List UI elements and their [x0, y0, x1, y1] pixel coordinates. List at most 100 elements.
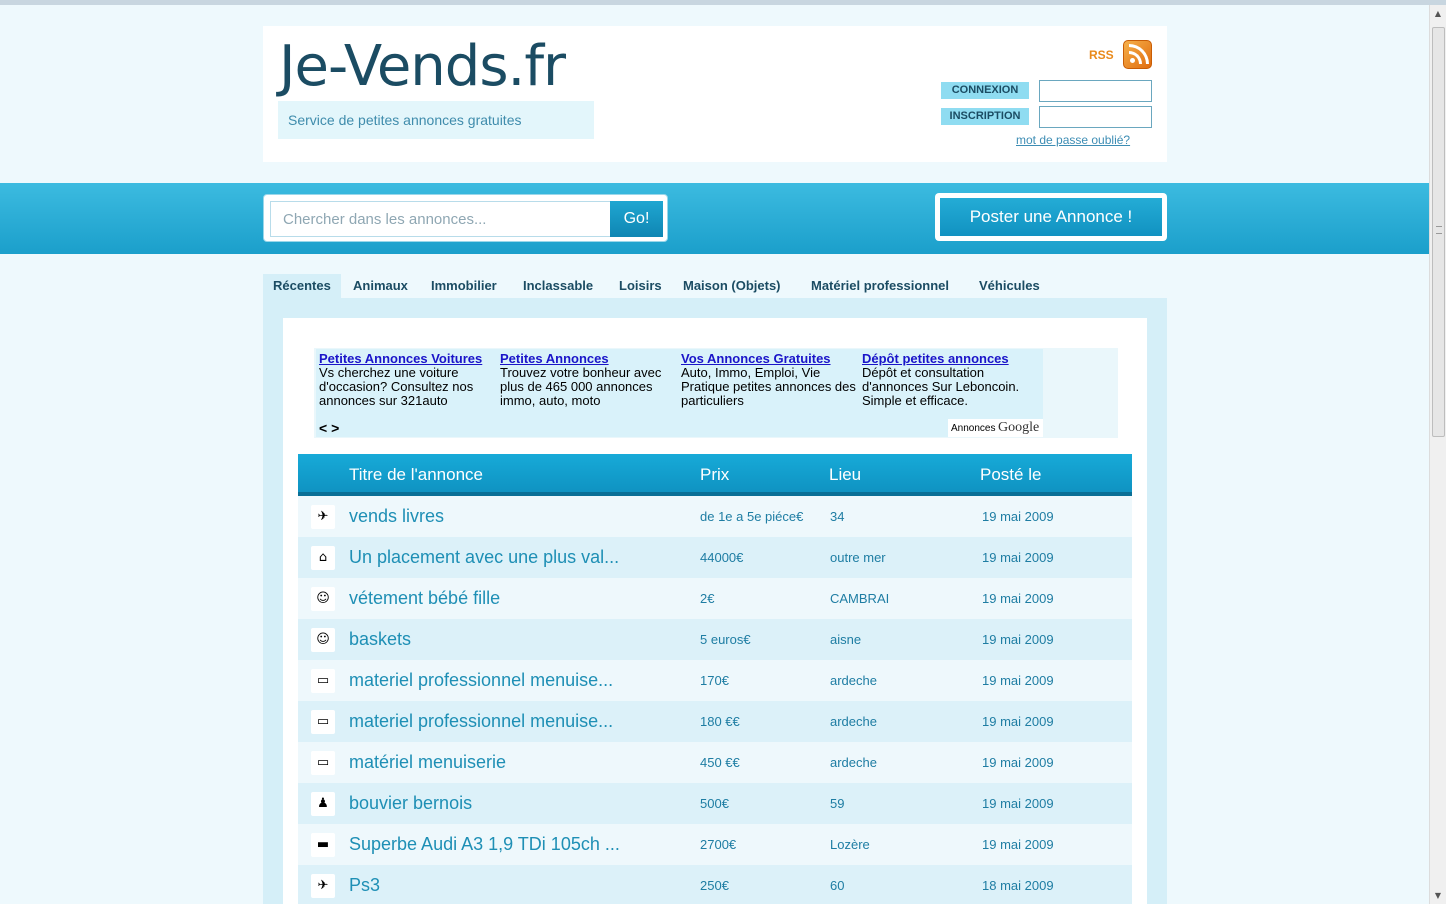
person-icon: ☺	[311, 587, 335, 611]
ad-item[interactable]: Vos Annonces Gratuites Auto, Immo, Emplo…	[681, 352, 861, 412]
tab-animaux[interactable]: Animaux	[353, 274, 408, 298]
listing-place: ardeche	[830, 673, 877, 688]
listing-title-link[interactable]: vends livres	[349, 506, 444, 527]
column-place-header[interactable]: Lieu	[829, 465, 861, 485]
table-row[interactable]: ▭ materiel professionnel menuise... 170€ ar…	[298, 660, 1132, 701]
listing-place: 34	[830, 509, 845, 524]
listing-place: ardeche	[830, 755, 877, 770]
loisirs-icon: ✈	[311, 505, 335, 529]
listing-title-link[interactable]: Ps3	[349, 875, 380, 896]
browser-top-edge	[0, 0, 1446, 5]
tab-loisirs[interactable]: Loisirs	[619, 274, 662, 298]
google-logo: Google	[998, 420, 1040, 435]
column-title-header[interactable]: Titre de l'annonce	[349, 465, 483, 485]
column-date-header[interactable]: Posté le	[980, 465, 1041, 485]
listing-title-link[interactable]: bouvier bernois	[349, 793, 472, 814]
table-row[interactable]: ♟ bouvier bernois 500€ 59 19 mai 2009	[298, 783, 1132, 824]
folder-icon: ▭	[311, 669, 335, 693]
tab-vehicules[interactable]: Véhicules	[979, 274, 1040, 298]
rss-icon[interactable]	[1123, 40, 1152, 69]
site-tagline: Service de petites annonces gratuites	[288, 112, 522, 128]
login-field[interactable]	[1039, 80, 1152, 102]
person-icon: ☺	[311, 628, 335, 652]
vertical-scrollbar[interactable]: ▲ ▼	[1429, 5, 1446, 904]
listing-date: 19 mai 2009	[982, 837, 1054, 852]
ads-by-google[interactable]: Annonces Google	[948, 419, 1043, 437]
ad-title[interactable]: Petites Annonces	[500, 352, 680, 366]
listing-date: 19 mai 2009	[982, 591, 1054, 606]
ads-label: Annonces	[951, 423, 996, 434]
listing-date: 19 mai 2009	[982, 550, 1054, 565]
table-row[interactable]: ✈ vends livres de 1e a 5e piéce€ 34 19 mai 2…	[298, 496, 1132, 537]
house-icon: ⌂	[311, 546, 335, 570]
ad-title[interactable]: Vos Annonces Gratuites	[681, 352, 861, 366]
listing-title-link[interactable]: Superbe Audi A3 1,9 TDi 105ch ...	[349, 834, 620, 855]
post-ad-button[interactable]: Poster une Annonce !	[940, 198, 1162, 236]
listing-price: 44000€	[700, 550, 744, 565]
tab-materiel-professionnel[interactable]: Matériel professionnel	[811, 274, 949, 298]
ad-item[interactable]: Petites Annonces Trouvez votre bonheur a…	[500, 352, 680, 412]
listing-table-header: Titre de l'annonce Prix Lieu Posté le	[298, 454, 1132, 496]
ad-title[interactable]: Dépôt petites annonces	[862, 352, 1042, 366]
site-logo[interactable]: Je-Vends.fr	[279, 34, 566, 99]
ad-text: Auto, Immo, Emploi, Vie Pratique petites…	[681, 365, 856, 408]
column-price-header[interactable]: Prix	[700, 465, 729, 485]
tab-maison-objets[interactable]: Maison (Objets)	[683, 274, 781, 298]
scrollbar-thumb[interactable]	[1432, 27, 1445, 437]
listing-place: outre mer	[830, 550, 886, 565]
forgot-password-link[interactable]: mot de passe oublié?	[1016, 133, 1130, 147]
ad-item[interactable]: Dépôt petites annonces Dépôt et consulta…	[862, 352, 1042, 412]
listing-price: 450 €€	[700, 755, 740, 770]
listing-price: 2€	[700, 591, 715, 606]
tab-recentes[interactable]: Récentes	[263, 274, 341, 298]
listing-date: 19 mai 2009	[982, 632, 1054, 647]
folder-icon: ▭	[311, 751, 335, 775]
listing-place: Lozère	[830, 837, 870, 852]
table-row[interactable]: ▭ matériel menuiserie 450 €€ ardeche 19 mai …	[298, 742, 1132, 783]
listing-date: 19 mai 2009	[982, 755, 1054, 770]
tab-inclassable[interactable]: Inclassable	[523, 274, 593, 298]
table-row[interactable]: ▬ Superbe Audi A3 1,9 TDi 105ch ... 2700€ L…	[298, 824, 1132, 865]
listing-price: 170€	[700, 673, 729, 688]
table-row[interactable]: ⌂ Un placement avec une plus val... 44000€…	[298, 537, 1132, 578]
ad-title[interactable]: Petites Annonces Voitures	[319, 352, 499, 366]
listing-place: CAMBRAI	[830, 591, 890, 606]
listing-title-link[interactable]: Un placement avec une plus val...	[349, 547, 619, 568]
table-row[interactable]: ☺ vétement bébé fille 2€ CAMBRAI 19 mai 2009	[298, 578, 1132, 619]
scroll-up-icon[interactable]: ▲	[1430, 5, 1446, 22]
table-row[interactable]: ▭ materiel professionnel menuise... 180 €€…	[298, 701, 1132, 742]
listing-title-link[interactable]: materiel professionnel menuise...	[349, 711, 613, 732]
listing-date: 19 mai 2009	[982, 714, 1054, 729]
listing-price: 250€	[700, 878, 729, 893]
folder-icon: ▭	[311, 710, 335, 734]
listing-price: 2700€	[700, 837, 737, 852]
search-input[interactable]: Chercher dans les annonces...	[270, 201, 612, 237]
login-label: CONNEXION	[941, 82, 1029, 99]
post-ad-button-frame: Poster une Annonce !	[935, 193, 1167, 241]
password-field[interactable]	[1039, 106, 1152, 128]
listing-price: 180 €€	[700, 714, 740, 729]
listing-title-link[interactable]: materiel professionnel menuise...	[349, 670, 613, 691]
search-go-button[interactable]: Go!	[610, 201, 663, 237]
listing-place: 60	[830, 878, 845, 893]
tab-immobilier[interactable]: Immobilier	[431, 274, 497, 298]
search-box: Chercher dans les annonces... Go!	[263, 194, 668, 242]
table-row[interactable]: ☺ baskets 5 euros€ aisne 19 mai 2009	[298, 619, 1132, 660]
search-band	[0, 183, 1429, 254]
listing-place: aisne	[830, 632, 862, 647]
ad-nav-arrows[interactable]: < >	[319, 420, 339, 436]
listing-title-link[interactable]: baskets	[349, 629, 411, 650]
ad-item[interactable]: Petites Annonces Voitures Vs cherchez un…	[319, 352, 499, 412]
listing-title-link[interactable]: matériel menuiserie	[349, 752, 506, 773]
table-row[interactable]: ✈ Ps3 250€ 60 18 mai 2009	[298, 865, 1132, 904]
rss-label[interactable]: RSS	[1089, 48, 1114, 62]
listing-title-link[interactable]: vétement bébé fille	[349, 588, 500, 609]
car-icon: ▬	[311, 833, 335, 857]
ad-text: Dépôt et consultation d'annonces Sur Leb…	[862, 365, 1020, 408]
listing-date: 18 mai 2009	[982, 878, 1054, 893]
loisirs-icon: ✈	[311, 874, 335, 898]
ad-text: Vs cherchez une voiture d'occasion? Cons…	[319, 365, 474, 408]
site-header: Je-Vends.fr Service de petites annonces …	[263, 26, 1167, 162]
scroll-down-icon[interactable]: ▼	[1430, 887, 1446, 904]
listing-price: 5 euros€	[700, 632, 751, 647]
